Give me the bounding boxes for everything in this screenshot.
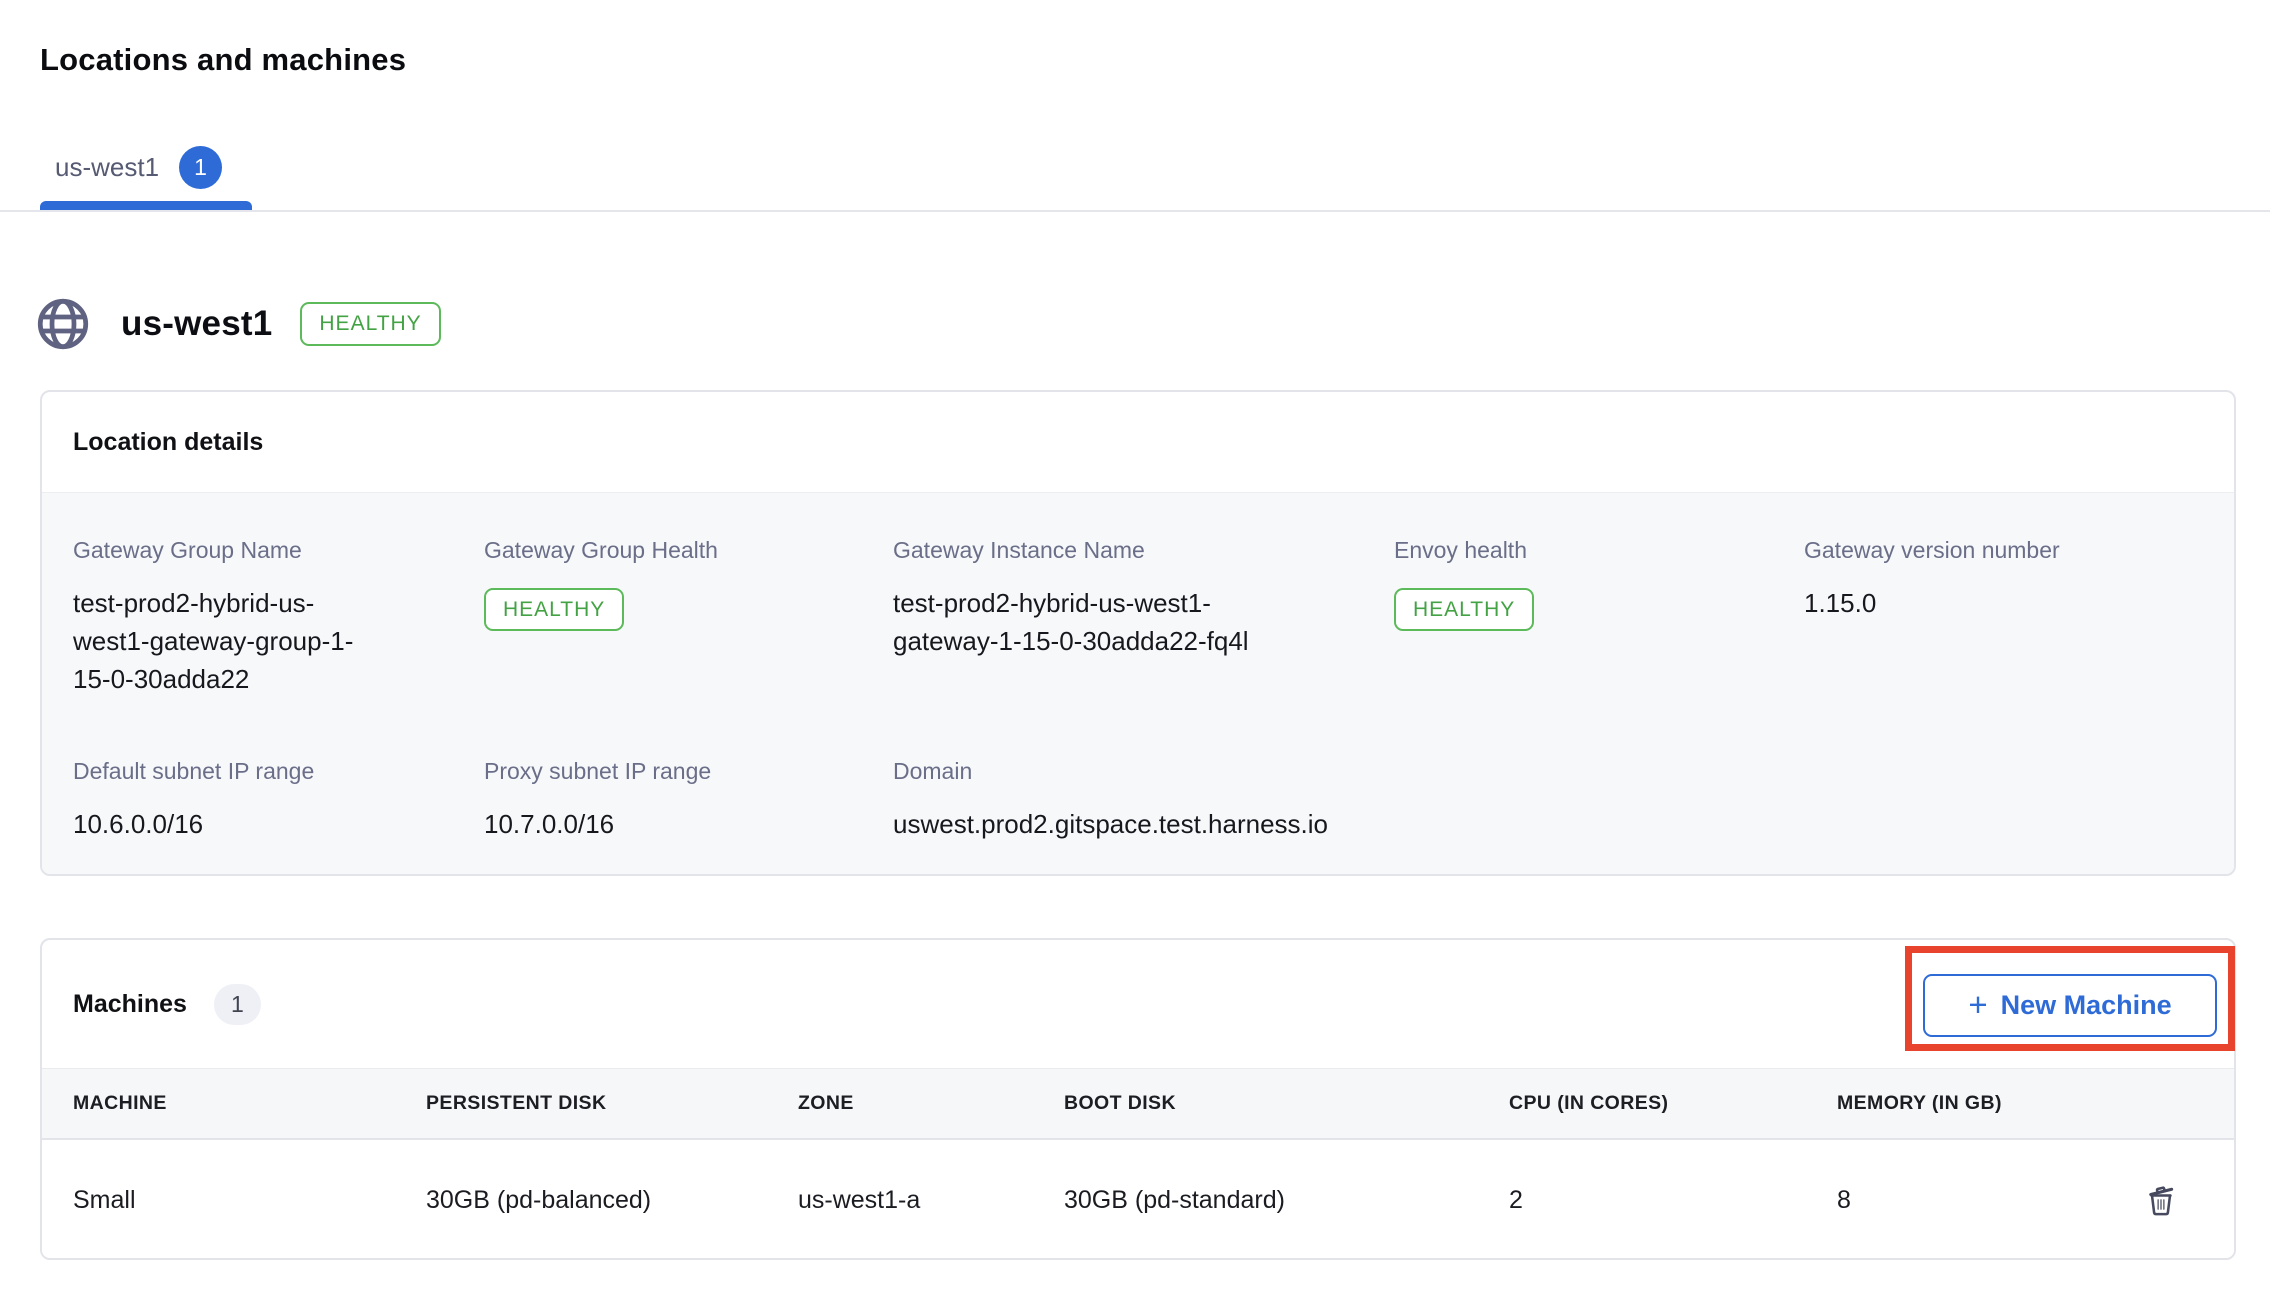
location-health-badge: HEALTHY	[300, 302, 440, 345]
field-gateway-group-health: Gateway Group Health HEALTHY	[484, 537, 893, 698]
cell-memory: 8	[1837, 1186, 2093, 1215]
tab-us-west1[interactable]: us-west1 1	[55, 146, 222, 189]
field-envoy-health: Envoy health HEALTHY	[1394, 537, 1804, 698]
field-label: Gateway version number	[1804, 537, 2203, 564]
field-gateway-instance-name: Gateway Instance Name test-prod2-hybrid-…	[893, 537, 1394, 698]
cell-persistent-disk: 30GB (pd-balanced)	[426, 1186, 798, 1215]
col-boot-disk: BOOT DISK	[1064, 1092, 1509, 1115]
field-label: Gateway Instance Name	[893, 537, 1394, 564]
field-label: Gateway Group Health	[484, 537, 893, 564]
cell-boot-disk: 30GB (pd-standard)	[1064, 1186, 1509, 1215]
field-gateway-group-name: Gateway Group Name test-prod2-hybrid-us-…	[73, 537, 484, 698]
new-machine-button-label: New Machine	[2001, 990, 2172, 1021]
page-title: Locations and machines	[40, 42, 406, 78]
field-gateway-version: Gateway version number 1.15.0	[1804, 537, 2203, 698]
field-domain: Domain uswest.prod2.gitspace.test.harnes…	[893, 758, 1394, 843]
machines-header: Machines 1 + New Machine	[42, 940, 2234, 1068]
col-cpu: CPU (IN CORES)	[1509, 1092, 1837, 1115]
machines-title: Machines	[73, 990, 187, 1019]
table-row: Small 30GB (pd-balanced) us-west1-a 30GB…	[42, 1142, 2234, 1258]
field-label: Envoy health	[1394, 537, 1804, 564]
field-label: Gateway Group Name	[73, 537, 484, 564]
field-value: 10.7.0.0/16	[484, 805, 893, 843]
globe-icon	[33, 294, 93, 354]
col-zone: ZONE	[798, 1092, 1064, 1115]
tab-label: us-west1	[55, 152, 159, 183]
plus-icon: +	[1968, 988, 1987, 1021]
field-value: 10.6.0.0/16	[73, 805, 484, 843]
col-memory: MEMORY (IN GB)	[1837, 1092, 2093, 1115]
gateway-group-health-badge: HEALTHY	[484, 588, 624, 631]
delete-machine-button[interactable]	[2143, 1181, 2179, 1219]
location-heading: us-west1 HEALTHY	[33, 294, 441, 354]
new-machine-button[interactable]: + New Machine	[1923, 974, 2217, 1037]
field-label: Proxy subnet IP range	[484, 758, 893, 785]
field-value: test-prod2-hybrid-us-west1-gateway-group…	[73, 584, 378, 698]
field-value: uswest.prod2.gitspace.test.harness.io	[893, 805, 1394, 843]
machines-table-header: MACHINE PERSISTENT DISK ZONE BOOT DISK C…	[42, 1068, 2234, 1140]
tabbar-divider	[0, 210, 2270, 212]
field-value: 1.15.0	[1804, 584, 2203, 622]
cell-cpu: 2	[1509, 1186, 1837, 1215]
col-machine: MACHINE	[73, 1092, 426, 1115]
trash-icon	[2143, 1181, 2179, 1219]
field-proxy-subnet: Proxy subnet IP range 10.7.0.0/16	[484, 758, 893, 843]
location-details-card: Location details Gateway Group Name test…	[40, 390, 2236, 876]
location-details-header: Location details	[42, 392, 2234, 492]
tab-count-badge: 1	[179, 146, 222, 189]
field-value: test-prod2-hybrid-us-west1-gateway-1-15-…	[893, 584, 1288, 660]
location-details-body: Gateway Group Name test-prod2-hybrid-us-…	[42, 492, 2234, 874]
field-default-subnet: Default subnet IP range 10.6.0.0/16	[73, 758, 484, 843]
field-label: Domain	[893, 758, 1394, 785]
envoy-health-badge: HEALTHY	[1394, 588, 1534, 631]
field-label: Default subnet IP range	[73, 758, 484, 785]
location-name: us-west1	[121, 304, 272, 344]
location-details-title: Location details	[73, 428, 263, 457]
machines-card: Machines 1 + New Machine MACHINE PERSIST…	[40, 938, 2236, 1260]
machines-count-badge: 1	[214, 984, 261, 1025]
cell-machine: Small	[73, 1186, 426, 1215]
col-persistent-disk: PERSISTENT DISK	[426, 1092, 798, 1115]
cell-zone: us-west1-a	[798, 1186, 1064, 1215]
